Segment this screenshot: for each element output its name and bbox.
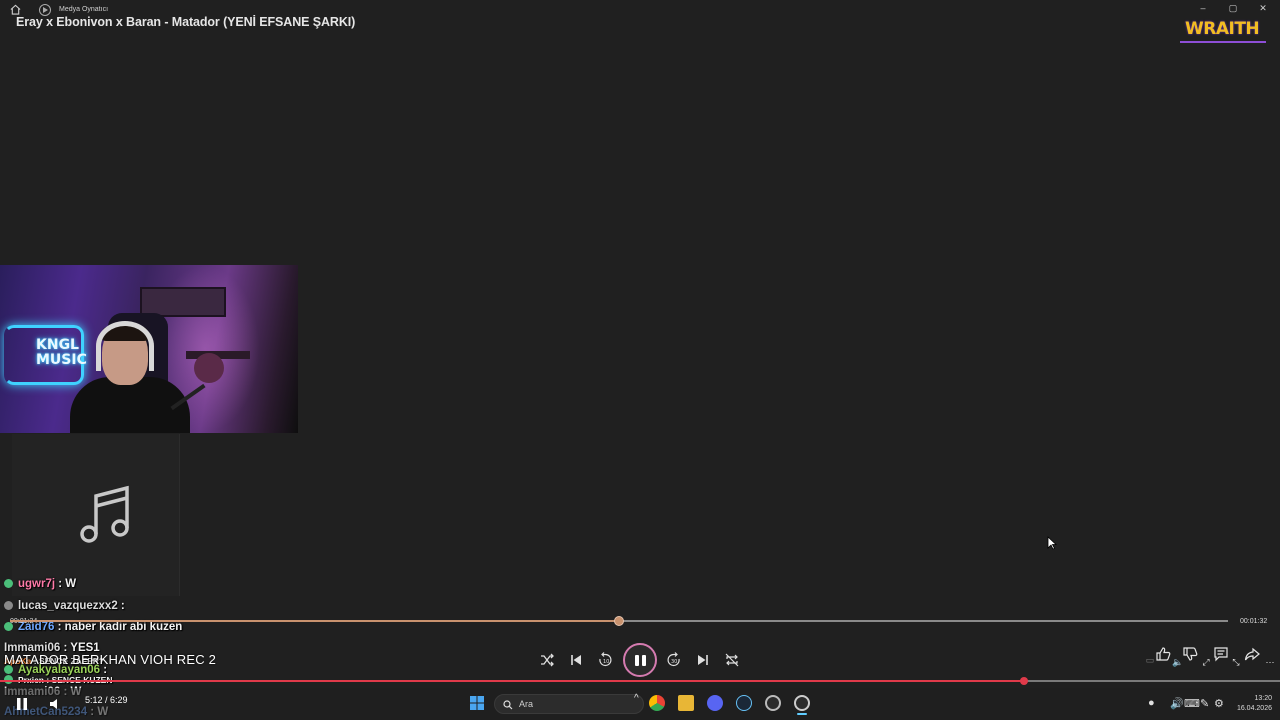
forward-30-icon[interactable]: 30 xyxy=(665,651,683,669)
stream-volume-icon[interactable] xyxy=(48,696,64,712)
media-player-taskbar-icon[interactable] xyxy=(794,695,810,711)
windows-start-icon[interactable] xyxy=(469,695,485,711)
discord-icon[interactable] xyxy=(707,695,723,711)
more-options-icon[interactable]: ⋯ xyxy=(1262,654,1278,670)
taskbar-clock[interactable]: 13:20 16.04.2026 xyxy=(1232,694,1272,714)
fullscreen-exit-icon[interactable]: ⤢ xyxy=(1198,654,1214,670)
chat-message: lucas_vazquezxx2 : xyxy=(4,600,125,612)
file-explorer-icon[interactable] xyxy=(678,695,694,711)
tray-pen-icon[interactable]: ✎ xyxy=(1200,697,1209,710)
headset xyxy=(96,321,154,371)
app-name: Medya Oynatıcı xyxy=(59,6,109,13)
share-icon[interactable] xyxy=(1244,646,1260,662)
previous-icon[interactable] xyxy=(567,651,585,669)
chat-badge-icon xyxy=(4,579,13,588)
chat-badge-icon xyxy=(4,601,13,610)
seek-bar[interactable] xyxy=(10,616,1228,626)
search-icon xyxy=(503,700,513,710)
svg-text:30: 30 xyxy=(671,659,677,665)
clock-date: 16.04.2026 xyxy=(1236,705,1272,712)
stream-progress-fill xyxy=(0,680,1024,682)
home-icon[interactable] xyxy=(10,4,21,15)
neon-sign-text: KNGL MUSIC xyxy=(36,338,87,368)
pause-icon-bar xyxy=(642,655,646,666)
comment-icon[interactable] xyxy=(1213,646,1229,662)
dislike-icon[interactable] xyxy=(1182,646,1198,662)
chat-separator: : xyxy=(55,578,66,590)
seek-bar-fill xyxy=(10,620,619,622)
decor xyxy=(194,353,224,383)
stream-progress-thumb[interactable] xyxy=(1020,677,1028,685)
mouse-cursor-icon xyxy=(1047,536,1057,550)
tray-keyboard-icon[interactable]: ⌨ xyxy=(1184,697,1200,710)
maximize-button[interactable]: ▢ xyxy=(1226,3,1240,14)
obs-icon[interactable] xyxy=(765,695,781,711)
video-title: Eray x Ebonivon x Baran - Matador (YENİ … xyxy=(16,15,356,29)
channel-logo-text: WRAITH xyxy=(1185,19,1260,39)
remaining-time: 00:01:32 xyxy=(1240,618,1268,625)
close-button[interactable]: ✕ xyxy=(1256,3,1270,14)
repeat-off-icon[interactable] xyxy=(723,651,741,669)
search-placeholder: Ara xyxy=(519,699,534,709)
album-art-placeholder xyxy=(12,434,180,596)
active-app-indicator xyxy=(797,713,807,715)
chat-username: lucas_vazquezxx2 xyxy=(18,600,118,612)
chrome-icon[interactable] xyxy=(649,695,665,711)
neon-line-1: KNGL xyxy=(36,337,79,353)
minimize-button[interactable]: – xyxy=(1196,3,1210,13)
chat-text: naber kadir abi kuzen xyxy=(64,621,183,633)
neon-line-2: MUSIC xyxy=(36,352,87,368)
rewind-10-icon[interactable]: 10 xyxy=(596,651,614,669)
stream-time: 5:12 / 6:29 xyxy=(85,695,128,705)
pause-button[interactable] xyxy=(623,643,657,677)
music-note-icon xyxy=(80,485,129,543)
taskbar-search[interactable]: Ara xyxy=(494,694,644,714)
tray-audio-icon[interactable]: 🔊 xyxy=(1170,697,1184,710)
chat-separator: : xyxy=(117,600,125,612)
chat-text: W xyxy=(65,578,77,590)
like-icon[interactable] xyxy=(1155,646,1171,662)
seek-bar-thumb[interactable] xyxy=(614,616,624,626)
logo-underline xyxy=(1180,41,1266,43)
now-playing-title: MATADOR BERKHAN VIOH REC 2 xyxy=(4,652,217,667)
stream-pause-icon[interactable] xyxy=(14,696,30,712)
steam-icon[interactable] xyxy=(736,695,752,711)
expand-icon[interactable]: ⤡ xyxy=(1228,654,1244,670)
chat-message: ugwr7j : W xyxy=(4,578,76,590)
chevron-up-icon[interactable]: ^ xyxy=(634,693,639,704)
chat-separator: : xyxy=(54,621,65,633)
tray-settings-icon[interactable]: ⚙ xyxy=(1214,697,1224,710)
pause-icon xyxy=(635,655,639,666)
svg-text:10: 10 xyxy=(603,659,609,665)
next-icon[interactable] xyxy=(694,651,712,669)
webcam-overlay: KNGL MUSIC xyxy=(0,265,298,433)
channel-logo: WRAITH xyxy=(1176,17,1268,45)
stream-progress-bar[interactable] xyxy=(0,677,1280,685)
record-tray-icon[interactable]: ● xyxy=(1148,697,1155,709)
chat-username: ugwr7j xyxy=(18,578,56,590)
shuffle-icon[interactable] xyxy=(538,651,556,669)
clock-time: 13:20 xyxy=(1254,695,1272,702)
